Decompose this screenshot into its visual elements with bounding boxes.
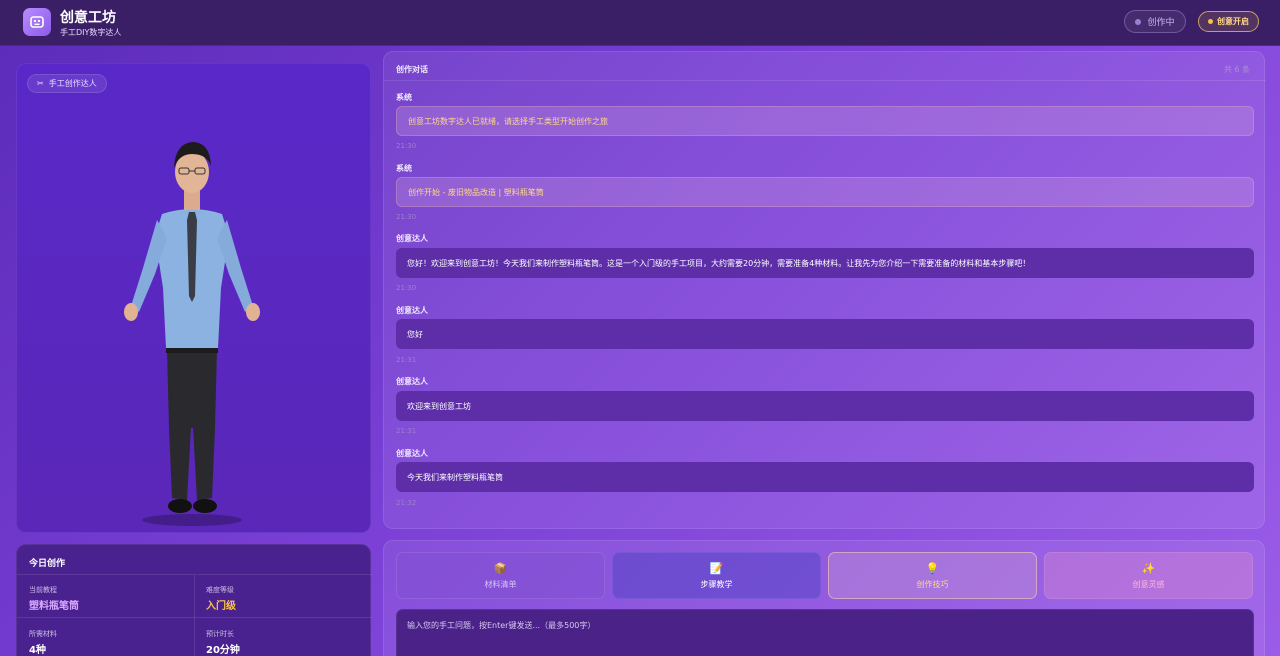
- system-message: 创作开始 - 废旧物品改造 | 塑料瓶笔筒: [396, 177, 1254, 207]
- start-dot-icon: [1208, 19, 1213, 24]
- message-sender: 创意达人: [396, 306, 428, 315]
- avatar-role-label: 手工创作达人: [48, 79, 97, 88]
- chat-panel: 创作对话 共 6 条 系统 创意工坊数字达人已就绪，请选择手工类型开始创作之旅 …: [383, 51, 1266, 529]
- message-count: 共 6 条: [1223, 65, 1250, 74]
- assistant-message: 您好！欢迎来到创意工坊！今天我们来制作塑料瓶笔筒。这是一个入门级的手工项目，大约…: [396, 248, 1254, 278]
- message-time: 21:30: [396, 142, 417, 150]
- status-label: 创作中: [1147, 18, 1175, 28]
- sparkles-icon: ✨: [1141, 561, 1156, 575]
- today-creation-panel: 今日创作 当前教程 塑料瓶笔筒 难度等级 入门级 所需材料 4种 预计时长 20…: [16, 544, 372, 656]
- creative-inspiration-label: 创意灵感: [1132, 579, 1165, 589]
- lightbulb-icon: 💡: [925, 561, 940, 575]
- message-time: 21:31: [396, 427, 417, 435]
- robot-icon: [30, 16, 44, 28]
- current-tutorial-label: 当前教程: [29, 586, 57, 594]
- materials-count-value: 4种: [29, 645, 46, 656]
- app-subtitle: 手工DIY数字达人: [60, 28, 122, 37]
- message-sender: 系统: [396, 164, 412, 173]
- message-time: 21:30: [396, 284, 417, 292]
- start-label: 创意开启: [1217, 17, 1249, 26]
- app-logo: [23, 8, 51, 36]
- scissors-icon: ✂: [37, 79, 44, 88]
- divider: [384, 80, 1266, 81]
- message-time: 21:30: [396, 213, 417, 221]
- step-tutorial-button[interactable]: 📝 步骤教学: [612, 552, 821, 599]
- message-sender: 创意达人: [396, 449, 428, 458]
- creating-status-button[interactable]: 创作中: [1124, 10, 1186, 33]
- creative-tips-label: 创作技巧: [916, 579, 949, 589]
- app-title: 创意工坊: [60, 10, 116, 26]
- difficulty-value: 入门级: [206, 601, 236, 612]
- message-sender: 创意达人: [396, 234, 428, 243]
- status-dot-icon: [1135, 18, 1142, 25]
- creative-inspiration-button[interactable]: ✨ 创意灵感: [1044, 552, 1253, 599]
- input-panel: 📦 材料清单 📝 步骤教学 💡 创作技巧 ✨ 创意灵感: [383, 540, 1265, 656]
- duration-label: 预计时长: [206, 630, 234, 638]
- app-header: 创意工坊 手工DIY数字达人 创作中 创意开启: [0, 0, 1280, 46]
- assistant-message: 欢迎来到创意工坊: [396, 391, 1254, 421]
- assistant-message: 您好: [396, 319, 1254, 349]
- materials-count-label: 所需材料: [29, 630, 57, 638]
- question-input[interactable]: [396, 609, 1254, 656]
- creative-tips-button[interactable]: 💡 创作技巧: [828, 552, 1037, 599]
- start-creative-button[interactable]: 创意开启: [1198, 11, 1259, 32]
- message-sender: 创意达人: [396, 377, 428, 386]
- materials-list-label: 材料清单: [484, 579, 517, 589]
- message-sender: 系统: [396, 93, 412, 102]
- current-tutorial-value: 塑料瓶笔筒: [29, 601, 79, 612]
- digital-human-panel: ✂ 手工创作达人: [16, 63, 371, 533]
- package-icon: 📦: [493, 561, 508, 575]
- materials-list-button[interactable]: 📦 材料清单: [396, 552, 605, 599]
- today-title: 今日创作: [29, 559, 66, 569]
- step-tutorial-label: 步骤教学: [700, 579, 733, 589]
- system-message: 创意工坊数字达人已就绪，请选择手工类型开始创作之旅: [396, 106, 1254, 136]
- assistant-message: 今天我们来制作塑料瓶笔筒: [396, 462, 1254, 492]
- avatar-role-tag: ✂ 手工创作达人: [27, 74, 107, 93]
- chat-title: 创作对话: [396, 65, 428, 74]
- divider: [194, 575, 195, 656]
- memo-icon: 📝: [709, 561, 724, 575]
- message-time: 21:32: [396, 499, 417, 507]
- difficulty-label: 难度等级: [206, 586, 234, 594]
- message-time: 21:31: [396, 356, 417, 364]
- duration-value: 20分钟: [206, 645, 240, 656]
- digital-human-figure: [124, 142, 260, 526]
